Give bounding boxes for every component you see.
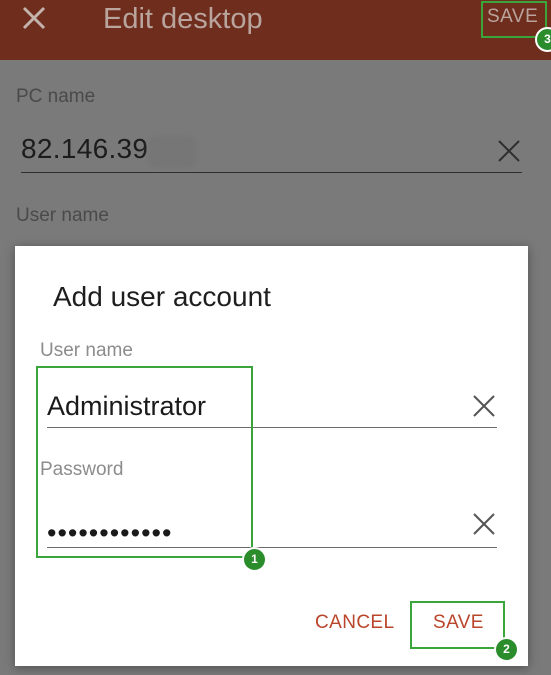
highlight-dialog-save-box — [410, 601, 505, 649]
app-bar: Edit desktop SAVE — [0, 0, 551, 60]
pc-name-underline — [21, 172, 522, 173]
step-badge-2: 2 — [494, 637, 519, 662]
clear-pc-name-icon[interactable] — [498, 140, 520, 162]
dialog-title: Add user account — [53, 281, 271, 312]
redacted-digits — [148, 137, 196, 167]
clear-password-icon[interactable] — [473, 513, 495, 535]
cancel-button[interactable]: CANCEL — [315, 612, 394, 634]
highlight-credentials-box — [36, 366, 253, 558]
page-title: Edit desktop — [103, 3, 263, 35]
user-name-label-bg: User name — [16, 205, 109, 226]
pc-name-field[interactable]: 82.146.39 — [21, 133, 148, 165]
step-badge-1: 1 — [242, 547, 267, 572]
pc-name-label: PC name — [16, 86, 96, 107]
user-name-label: User name — [40, 340, 133, 361]
clear-user-name-icon[interactable] — [473, 395, 495, 417]
close-icon[interactable] — [20, 4, 48, 32]
